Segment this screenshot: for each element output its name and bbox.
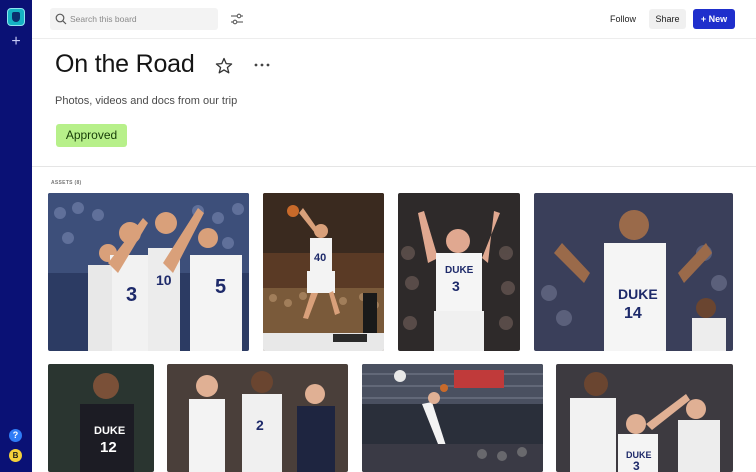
- asset-thumbnail[interactable]: 3 5 10: [48, 193, 249, 351]
- basketball-player-celebrating-photo: DUKE 3: [398, 193, 520, 351]
- asset-thumbnail[interactable]: DUKE 12: [48, 364, 154, 472]
- svg-text:10: 10: [156, 272, 172, 288]
- svg-text:3: 3: [452, 278, 460, 294]
- basketball-dunk-photo: 40: [263, 193, 384, 351]
- svg-text:2: 2: [256, 417, 264, 433]
- svg-text:12: 12: [100, 439, 117, 456]
- asset-thumbnail[interactable]: [362, 364, 543, 472]
- user-avatar[interactable]: B: [9, 449, 22, 462]
- plus-icon[interactable]: +: [8, 34, 24, 50]
- top-bar: Follow Share + New: [32, 0, 756, 39]
- follow-button[interactable]: Follow: [604, 9, 642, 29]
- search-icon: [55, 13, 67, 25]
- svg-text:40: 40: [314, 252, 326, 264]
- svg-text:DUKE: DUKE: [445, 265, 474, 276]
- board-description: Photos, videos and docs from our trip: [55, 95, 238, 107]
- svg-text:DUKE: DUKE: [618, 286, 658, 302]
- asset-thumbnail[interactable]: DUKE 3: [398, 193, 520, 351]
- svg-text:3: 3: [126, 284, 137, 306]
- help-icon[interactable]: ?: [9, 429, 22, 442]
- star-icon[interactable]: [214, 56, 234, 76]
- new-button[interactable]: + New: [693, 9, 735, 29]
- basketball-arena-layup-photo: [362, 364, 543, 472]
- basketball-players-pointing-photo: DUKE 3: [556, 364, 733, 472]
- svg-text:3: 3: [633, 459, 640, 472]
- basketball-player-shouting-photo: DUKE 14: [534, 193, 733, 351]
- asset-thumbnail[interactable]: DUKE 14: [534, 193, 733, 351]
- assets-section-label: ASSETS (8): [51, 180, 82, 186]
- share-button[interactable]: Share: [649, 9, 686, 29]
- search-input[interactable]: [70, 8, 210, 30]
- board-title: On the Road: [55, 50, 195, 78]
- asset-thumbnail[interactable]: DUKE 3: [556, 364, 733, 472]
- search-box[interactable]: [50, 8, 218, 30]
- left-rail: + ? B: [0, 0, 32, 472]
- more-options-icon[interactable]: [252, 58, 272, 72]
- asset-thumbnail[interactable]: 40: [263, 193, 384, 351]
- divider: [32, 166, 756, 167]
- basketball-players-and-coach-photo: 2: [167, 364, 348, 472]
- svg-text:14: 14: [624, 305, 642, 322]
- status-badge[interactable]: Approved: [56, 124, 127, 147]
- basketball-player-portrait-photo: DUKE 12: [48, 364, 154, 472]
- svg-text:DUKE: DUKE: [94, 425, 125, 437]
- app-logo-icon[interactable]: [7, 8, 25, 26]
- filter-settings-icon[interactable]: [228, 10, 246, 28]
- basketball-team-huddle-photo: 3 5 10: [48, 193, 249, 351]
- svg-text:5: 5: [215, 276, 226, 298]
- asset-thumbnail[interactable]: 2: [167, 364, 348, 472]
